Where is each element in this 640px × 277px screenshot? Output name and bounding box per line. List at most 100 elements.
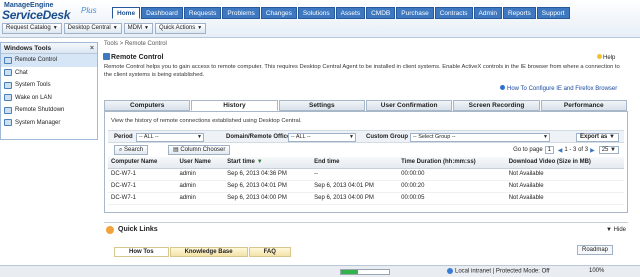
custom-group-value: -- Select Group -- [413, 134, 456, 140]
monitor-icon [4, 56, 12, 64]
module-tab-contracts[interactable]: Contracts [434, 7, 473, 19]
module-tab-changes[interactable]: Changes [260, 7, 297, 19]
mdm-button[interactable]: MDM ▼ [123, 22, 153, 34]
sidebar-item-system-manager[interactable]: System Manager [1, 117, 97, 130]
cell-duration: 00:00:20 [398, 180, 506, 193]
quick-actions-button[interactable]: Quick Actions ▼ [154, 22, 207, 34]
info-icon [500, 85, 505, 90]
module-tab-reports[interactable]: Reports [502, 7, 536, 19]
tab-user-confirmation[interactable]: User Confirmation [365, 100, 453, 111]
module-tab-cmdb[interactable]: CMDB [366, 7, 396, 19]
history-panel: View the history of remote connections e… [104, 111, 628, 213]
module-tab-admin[interactable]: Admin [473, 7, 502, 19]
top-bar: ManageEngine ServiceDesk Plus Home Dashb… [0, 0, 640, 38]
rows-per-page-value: 25 [601, 147, 609, 153]
globe-icon [447, 268, 453, 274]
sidebar-title: Windows Tools [4, 45, 52, 52]
page-title: Remote Control [111, 54, 164, 61]
sidebar-item-label: Remote Control [15, 57, 58, 63]
module-tab-dashboard[interactable]: Dashboard [141, 7, 183, 19]
chevron-down-icon: ▼ [112, 24, 118, 31]
table-header-row: Computer Name User Name Start time ▼ End … [108, 157, 624, 169]
chevron-down-icon: ▼ [349, 134, 354, 140]
module-tab-home[interactable]: Home [112, 7, 141, 19]
search-label: Search [124, 147, 144, 153]
cell-end: -- [311, 168, 399, 181]
chat-icon [4, 69, 12, 77]
module-tab-requests[interactable]: Requests [183, 7, 222, 19]
cell-end: Sep 6, 2013 04:01 PM [311, 180, 399, 193]
column-chooser-button[interactable]: ▤ Column Chooser [168, 145, 231, 155]
sidebar-item-label: System Manager [15, 119, 61, 126]
period-select[interactable]: -- ALL -- ▼ [136, 133, 204, 142]
help-link[interactable]: Help [597, 54, 615, 61]
tab-screen-recording[interactable]: Screen Recording [453, 100, 540, 111]
page-description: Remote Control helps you to gain access … [104, 64, 620, 78]
column-chooser-label: Column Chooser [180, 147, 226, 153]
tab-knowledge-base[interactable]: Knowledge Base [169, 247, 248, 257]
prev-page-icon[interactable]: ◀ [558, 147, 563, 154]
cell-duration: 00:00:05 [398, 192, 506, 205]
close-icon[interactable]: × [90, 43, 94, 54]
brand-name[interactable]: ServiceDesk [2, 8, 70, 22]
zoom-level[interactable]: 100% [589, 268, 604, 274]
custom-group-select[interactable]: -- Select Group -- ▼ [410, 133, 550, 142]
sidebar-item-system-tools[interactable]: System Tools [1, 79, 97, 92]
tools-icon [4, 81, 12, 89]
col-duration[interactable]: Time Duration (hh:mm:ss) [398, 157, 506, 169]
sidebar-item-chat[interactable]: Chat [1, 67, 97, 80]
col-start-time[interactable]: Start time ▼ [224, 157, 312, 169]
browser-status-bar: Local intranet | Protected Mode: Off 100… [0, 265, 640, 277]
quick-links-tabs: How Tos Knowledge Base FAQ [114, 247, 292, 257]
tab-computers[interactable]: Computers [104, 100, 191, 111]
cell-user: admin [176, 180, 225, 193]
tab-performance[interactable]: Performance [540, 100, 627, 111]
next-page-icon[interactable]: ▶ [590, 147, 595, 154]
request-catalog-button[interactable]: Request Catalog ▼ [2, 22, 62, 34]
tab-history[interactable]: History [191, 100, 278, 111]
domain-select[interactable]: -- ALL -- ▼ [288, 133, 356, 142]
desktop-central-button[interactable]: Desktop Central ▼ [63, 22, 122, 34]
toolbar: Request Catalog ▼ Desktop Central ▼ MDM ▼ Q… [0, 21, 207, 35]
action-row: ⌕ Search ▤ Column Chooser Go to page 1 ◀… [108, 144, 624, 156]
page-number-input[interactable]: 1 [544, 146, 554, 154]
roadmap-button[interactable]: Roadmap [577, 245, 614, 255]
quick-actions-label: Quick Actions [158, 24, 196, 31]
tab-how-tos[interactable]: How Tos [114, 247, 169, 257]
mdm-label: MDM [127, 24, 142, 31]
table-row: DC-W7-1 admin Sep 6, 2013 04:36 PM -- 00… [108, 168, 624, 181]
module-tab-purchase[interactable]: Purchase [396, 7, 434, 19]
tab-settings[interactable]: Settings [278, 100, 365, 111]
col-end-time[interactable]: End time [311, 157, 399, 169]
history-table: Computer Name User Name Start time ▼ End … [108, 157, 624, 205]
rows-per-page-select[interactable]: 25 ▼ [598, 146, 619, 154]
sidebar-item-wake-on-lan[interactable]: Wake on LAN [1, 92, 97, 105]
howto-configure-link[interactable]: How To Configure IE and Firefox Browser [500, 85, 617, 92]
chevron-down-icon: ▼ [197, 134, 202, 140]
module-tab-problems[interactable]: Problems [222, 7, 260, 19]
export-label: Export as [580, 134, 608, 140]
module-tab-assets[interactable]: Assets [335, 7, 366, 19]
col-user-name[interactable]: User Name [176, 157, 225, 169]
cell-start: Sep 6, 2013 04:36 PM [224, 168, 312, 181]
breadcrumb[interactable]: Tools > Remote Control [104, 41, 167, 47]
power-icon [4, 94, 12, 102]
hide-quick-links-button[interactable]: ▼ Hide [606, 227, 626, 233]
sidebar-item-remote-shutdown[interactable]: Remote Shutdown [1, 104, 97, 117]
tab-faq[interactable]: FAQ [248, 247, 291, 257]
module-tab-solutions[interactable]: Solutions [297, 7, 335, 19]
go-to-page-label: Go to page [513, 147, 543, 153]
cell-end: Sep 6, 2013 04:00 PM [311, 192, 399, 205]
table-row: DC-W7-1 admin Sep 6, 2013 04:01 PM Sep 6… [108, 180, 624, 193]
col-computer-name[interactable]: Computer Name [108, 157, 177, 169]
module-tab-support[interactable]: Support [536, 7, 570, 19]
sidebar-item-label: Remote Shutdown [15, 107, 65, 113]
sidebar-item-remote-control[interactable]: Remote Control [1, 54, 97, 67]
col-download-video[interactable]: Download Video (Size in MB) [505, 157, 624, 169]
sidebar-header: Windows Tools × [1, 43, 97, 54]
search-button[interactable]: ⌕ Search [114, 145, 149, 155]
cell-start: Sep 6, 2013 04:00 PM [224, 192, 312, 205]
export-as-button[interactable]: Export as ▼ [576, 133, 619, 142]
security-zone[interactable]: Local intranet | Protected Mode: Off [447, 268, 550, 275]
period-value: -- ALL -- [139, 134, 159, 140]
